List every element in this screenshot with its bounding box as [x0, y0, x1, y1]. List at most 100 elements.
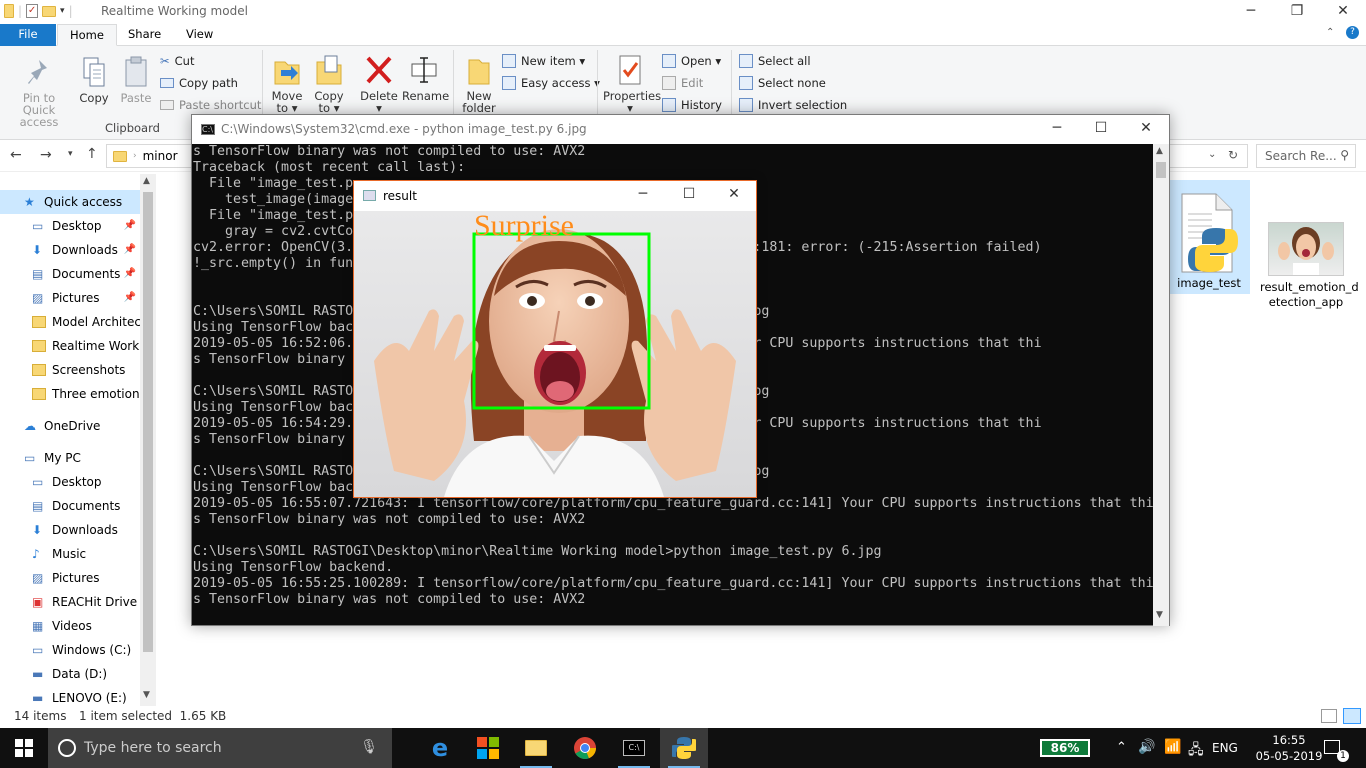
address-box[interactable]: › minor: [106, 144, 196, 168]
cmd-scrollbar[interactable]: ▲ ▼: [1153, 144, 1169, 626]
open-button[interactable]: Open ▾: [662, 52, 721, 70]
paste-shortcut-button[interactable]: Paste shortcut: [160, 96, 261, 114]
address-dropdown-chevron-icon[interactable]: ⌄: [1208, 149, 1216, 160]
nav-pane-scrollbar[interactable]: ▲ ▼: [140, 174, 156, 706]
nav-item-documents[interactable]: ▤ Documents 📌: [0, 262, 140, 286]
nav-item-downloads[interactable]: ⬇ Downloads: [0, 518, 140, 542]
back-arrow-icon[interactable]: ←: [10, 147, 22, 163]
scroll-down-icon[interactable]: ▼: [1156, 610, 1163, 620]
taskbar-python[interactable]: [660, 728, 708, 768]
taskbar-file-explorer[interactable]: [512, 728, 560, 768]
result-title-bar[interactable]: result ─ ☐ ✕: [354, 181, 756, 211]
refresh-icon[interactable]: ↻: [1228, 148, 1238, 162]
result-minimize-button[interactable]: ─: [620, 183, 666, 207]
nav-item-pictures[interactable]: ▨ Pictures 📌: [0, 286, 140, 310]
cut-button[interactable]: ✂ Cut: [160, 52, 194, 70]
close-button[interactable]: ✕: [1320, 0, 1366, 24]
nav-item-pictures[interactable]: ▨ Pictures: [0, 566, 140, 590]
nav-item-videos[interactable]: ▦ Videos: [0, 614, 140, 638]
scroll-up-icon[interactable]: ▲: [143, 176, 150, 186]
nav-item-music[interactable]: ♪ Music: [0, 542, 140, 566]
nav-item-screenshots[interactable]: Screenshots: [0, 358, 140, 382]
cmd-maximize-button[interactable]: ☐: [1078, 117, 1124, 141]
scroll-down-icon[interactable]: ▼: [143, 690, 150, 700]
search-box[interactable]: Search Re... ⚲: [1256, 144, 1356, 168]
maximize-button[interactable]: ❐: [1274, 0, 1320, 24]
tab-share[interactable]: Share: [116, 24, 173, 46]
tab-home[interactable]: Home: [57, 24, 117, 46]
nav-item-desktop[interactable]: ▭ Desktop: [0, 470, 140, 494]
network-icon[interactable]: 🖧: [1188, 739, 1204, 763]
result-close-button[interactable]: ✕: [711, 183, 757, 207]
copy-to-button[interactable]: Copy to ▾: [310, 54, 348, 114]
nav-item-model-architect[interactable]: Model Architect: [0, 310, 140, 334]
file-item-result-emotion-detection-app[interactable]: result_emotion_d etection_app: [1260, 220, 1359, 320]
select-all-button[interactable]: Select all: [739, 52, 811, 70]
delete-button[interactable]: Delete ▾: [360, 54, 398, 114]
easy-access-button[interactable]: Easy access ▾: [502, 74, 600, 92]
invert-selection-button[interactable]: Invert selection: [739, 96, 847, 114]
up-arrow-icon[interactable]: ↑: [86, 146, 98, 162]
nav-item-realtime-workin[interactable]: Realtime Workin: [0, 334, 140, 358]
breadcrumb-minor[interactable]: minor: [143, 149, 178, 163]
copy-path-button[interactable]: Copy path: [160, 74, 238, 92]
language-indicator[interactable]: ENG: [1212, 741, 1238, 755]
select-none-button[interactable]: Select none: [739, 74, 826, 92]
properties-qa-icon[interactable]: ✓: [26, 4, 39, 18]
scroll-thumb[interactable]: [143, 192, 153, 652]
nav-item-documents[interactable]: ▤ Documents: [0, 494, 140, 518]
cmd-close-button[interactable]: ✕: [1123, 117, 1169, 141]
minimize-button[interactable]: ─: [1228, 0, 1274, 24]
show-hidden-icons-chevron-icon[interactable]: ⌃: [1116, 740, 1127, 755]
microphone-icon[interactable]: 🎙: [360, 739, 378, 755]
tab-file[interactable]: File: [0, 24, 56, 46]
cmd-title-bar[interactable]: C:\ C:\Windows\System32\cmd.exe - python…: [192, 115, 1169, 144]
history-button[interactable]: History: [662, 96, 722, 114]
battery-indicator[interactable]: 86%: [1040, 739, 1090, 757]
details-view-icon[interactable]: [1321, 709, 1337, 723]
file-item-image-test[interactable]: image_test: [1168, 180, 1250, 294]
forward-arrow-icon[interactable]: →: [40, 147, 52, 163]
recent-locations-chevron-icon[interactable]: ▾: [68, 149, 73, 159]
taskbar-search-box[interactable]: Type here to search 🎙: [48, 728, 392, 768]
navigation-pane: ★ Quick access ▭ Desktop 📌 ⬇ Downloads 📌 ▤ Docume…: [0, 178, 156, 706]
start-button[interactable]: [0, 728, 48, 768]
wifi-icon[interactable]: 📶: [1164, 739, 1181, 755]
taskbar-cmd[interactable]: C:\: [610, 728, 658, 768]
rename-button[interactable]: Rename: [402, 54, 449, 102]
collapse-ribbon-chevron-icon[interactable]: ⌃: [1326, 27, 1334, 38]
nav-item-desktop[interactable]: ▭ Desktop 📌: [0, 214, 140, 238]
cmd-minimize-button[interactable]: ─: [1034, 117, 1080, 141]
tab-view[interactable]: View: [174, 24, 225, 46]
large-icons-view-icon[interactable]: [1343, 708, 1361, 724]
nav-item-quick-access[interactable]: ★ Quick access: [0, 190, 140, 214]
nav-item-downloads[interactable]: ⬇ Downloads 📌: [0, 238, 140, 262]
nav-item-onedrive[interactable]: ☁ OneDrive: [0, 414, 140, 438]
volume-icon[interactable]: 🔊: [1138, 739, 1155, 755]
result-window[interactable]: result ─ ☐ ✕ Surprise: [353, 180, 757, 498]
help-icon[interactable]: ?: [1346, 26, 1359, 39]
move-to-button[interactable]: Move to ▾: [268, 54, 306, 114]
customize-qa-chevron-icon[interactable]: ▾: [60, 6, 65, 16]
nav-item-data-d[interactable]: ▬ Data (D:): [0, 662, 140, 686]
clock[interactable]: 16:55 05-05-2019: [1254, 732, 1324, 764]
scroll-thumb[interactable]: [1156, 162, 1166, 178]
paste-button[interactable]: Paste: [118, 56, 154, 104]
new-folder-qa-icon[interactable]: [42, 5, 57, 17]
result-maximize-button[interactable]: ☐: [666, 183, 712, 207]
taskbar-edge[interactable]: e: [416, 728, 464, 768]
copy-button[interactable]: Copy: [76, 56, 112, 104]
new-item-button[interactable]: New item ▾: [502, 52, 585, 70]
scroll-up-icon[interactable]: ▲: [1156, 146, 1163, 156]
nav-item-windows-c[interactable]: ▭ Windows (C:): [0, 638, 140, 662]
nav-item-reachit-drive[interactable]: ▣ REACHit Drive: [0, 590, 140, 614]
taskbar-chrome[interactable]: [561, 728, 609, 768]
edit-button[interactable]: Edit: [662, 74, 703, 92]
open-label: Open ▾: [681, 54, 722, 68]
nav-item-my-pc[interactable]: ▭ My PC: [0, 446, 140, 470]
properties-button[interactable]: Properties ▾: [603, 54, 661, 114]
taskbar-store[interactable]: [464, 728, 512, 768]
nav-item-three-emotion-t[interactable]: Three emotion t: [0, 382, 140, 406]
new-folder-button[interactable]: New folder: [460, 54, 498, 114]
pin-to-quick-access-button[interactable]: Pin to Quick access: [6, 56, 72, 128]
